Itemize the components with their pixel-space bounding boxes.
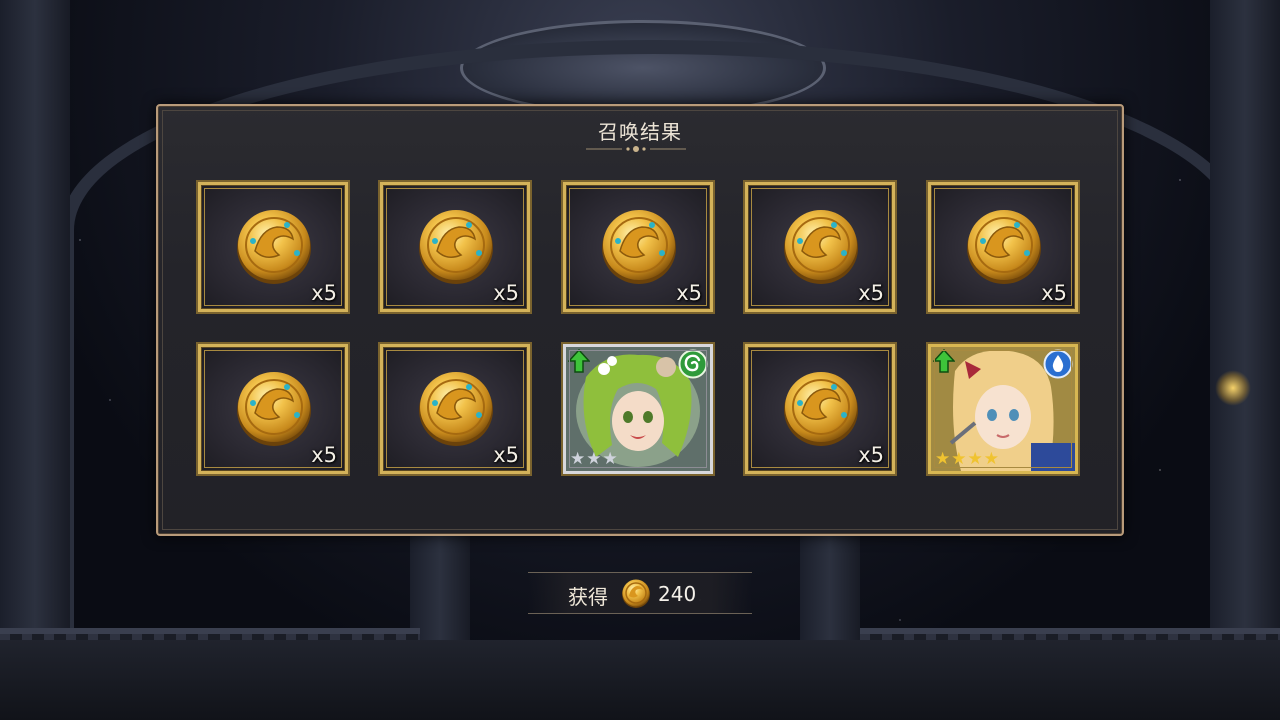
rarity-stars: ★ ★ ★ ★ [935,451,999,468]
title-ornament [586,146,686,152]
gold-coin-icon [602,210,676,284]
gold-coin-icon [419,210,493,284]
gold-coin-icon [784,210,858,284]
result-slot-9[interactable]: x5 [745,344,895,474]
item-count: x5 [311,443,337,467]
water-element-icon [1043,349,1073,379]
gold-coin-icon [419,372,493,446]
gold-coin-icon [237,372,311,446]
rarity-stars: ★ ★ ★ [570,451,618,468]
gold-coin-icon [237,210,311,284]
gold-coin-icon [622,579,650,608]
gain-label: 获得 [568,585,608,609]
result-slot-7[interactable]: x5 [380,344,530,474]
star-icon: ★ [951,449,967,469]
result-slot-2[interactable]: x5 [380,182,530,312]
star-icon: ★ [983,449,999,469]
level-up-arrow-icon [568,349,590,373]
gold-coin-icon [784,372,858,446]
result-slot-5[interactable]: x5 [928,182,1078,312]
item-count: x5 [676,281,702,305]
result-slot-1[interactable]: x5 [198,182,348,312]
star-icon: ★ [586,449,602,469]
wind-element-icon [678,349,708,379]
star-icon: ★ [935,449,951,469]
star-icon: ★ [602,449,618,469]
gain-value: 240 [658,582,697,606]
gain-summary: 获得 240 [528,572,752,614]
result-slot-3[interactable]: x5 [563,182,713,312]
item-count: x5 [493,443,519,467]
gold-coin-icon [967,210,1041,284]
item-count: x5 [858,281,884,305]
result-slot-6[interactable]: x5 [198,344,348,474]
panel-title: 召唤结果 [598,120,682,144]
result-slot-8-character[interactable]: ★ ★ ★ [563,344,713,474]
item-count: x5 [311,281,337,305]
star-icon: ★ [967,449,983,469]
item-count: x5 [1041,281,1067,305]
result-slot-10-character[interactable]: ★ ★ ★ ★ [928,344,1078,474]
result-slot-4[interactable]: x5 [745,182,895,312]
star-icon: ★ [570,449,586,469]
item-count: x5 [493,281,519,305]
item-count: x5 [858,443,884,467]
level-up-arrow-icon [933,349,955,373]
